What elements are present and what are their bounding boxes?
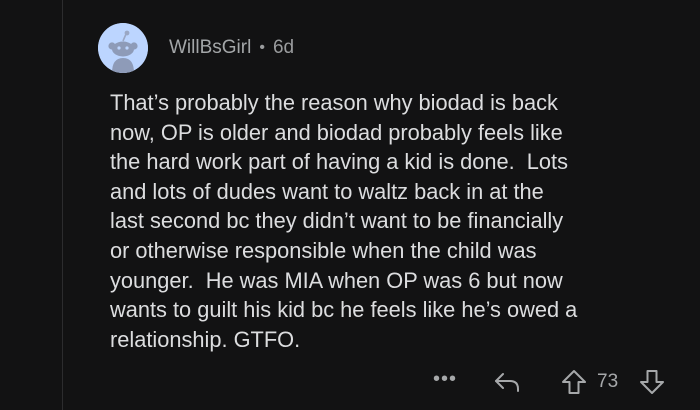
comment-line: the hard work part of having a kid is do… (110, 149, 569, 175)
comment-line: or otherwise responsible when the child … (110, 237, 537, 263)
user-avatar[interactable] (98, 23, 148, 73)
reply-arrow-icon (495, 373, 519, 392)
comment-actions: ••• 73 (0, 366, 700, 398)
vote-score: 73 (597, 371, 619, 392)
downvote-button[interactable] (638, 368, 666, 401)
thread-line (62, 0, 63, 410)
upvote-arrow-icon (562, 370, 586, 394)
reddit-snoo-avatar-icon (98, 23, 148, 73)
comment-line: wants to guilt his kid bc he feels like … (110, 297, 578, 323)
comment-line: That’s probably the reason why biodad is… (110, 90, 558, 115)
comment-header: WillBsGirl • 6d (169, 36, 294, 60)
meta-separator: • (259, 39, 265, 56)
comment-body: That’s probably the reason why biodad is… (110, 88, 690, 354)
comment-line: and lots of dudes want to waltz back in … (110, 178, 544, 204)
comment-age: 6d (272, 37, 295, 58)
comment-line: last second bc they didn’t want to be fi… (110, 208, 564, 234)
reply-button[interactable] (492, 370, 522, 399)
more-options-button[interactable]: ••• (433, 368, 457, 391)
downvote-arrow-icon (640, 370, 664, 394)
comment-line: relationship. GTFO. (110, 326, 301, 352)
comment-line: younger. He was MIA when OP was 6 but no… (110, 267, 563, 293)
upvote-button[interactable] (560, 368, 588, 401)
comment-line: now, OP is older and biodad probably fee… (110, 119, 563, 145)
username-link[interactable]: WillBsGirl (169, 37, 251, 59)
